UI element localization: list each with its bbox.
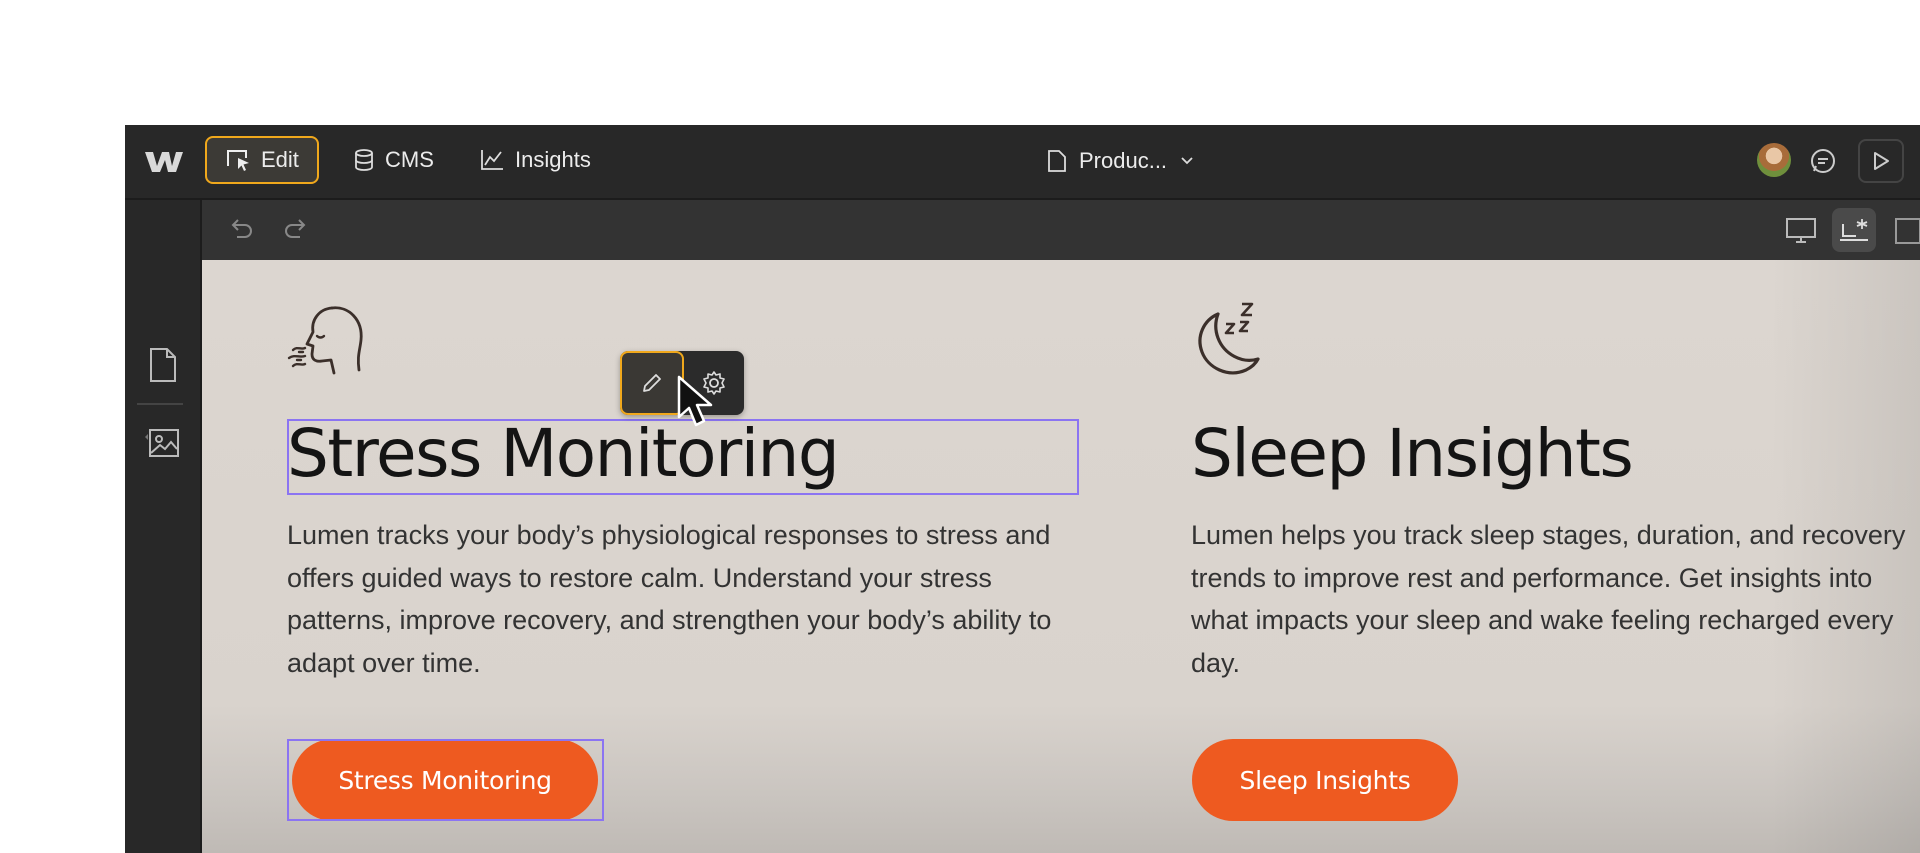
- breakpoint-desktop-button[interactable]: [1779, 208, 1823, 252]
- mouse-cursor-icon: [677, 375, 713, 427]
- page-selector[interactable]: Produc...: [1047, 139, 1195, 183]
- canvas-toolbar: [202, 200, 1920, 260]
- desktop-icon: [1786, 218, 1816, 243]
- breakpoint-laptop-button[interactable]: [1832, 208, 1876, 252]
- edit-mode-button[interactable]: Edit: [205, 136, 319, 184]
- tablet-icon[interactable]: [1892, 215, 1920, 245]
- play-icon: [1874, 152, 1889, 170]
- insights-mode-button[interactable]: Insights: [461, 136, 609, 184]
- sidebar-divider: [137, 403, 183, 405]
- feature-title-sleep[interactable]: Sleep Insights: [1191, 416, 1634, 492]
- feature-title-stress[interactable]: Stress Monitoring: [287, 416, 840, 492]
- undo-icon[interactable]: [227, 215, 257, 245]
- moon-zzz-icon[interactable]: [1190, 298, 1280, 388]
- chevron-down-icon: [1181, 157, 1193, 165]
- sleep-insights-button[interactable]: Sleep Insights: [1192, 739, 1458, 821]
- breathing-head-icon[interactable]: [287, 298, 377, 388]
- assets-image-icon[interactable]: [143, 421, 183, 461]
- edit-text-button[interactable]: [620, 351, 684, 415]
- database-icon: [355, 149, 373, 171]
- feature-text-stress[interactable]: Lumen tracks your body’s physiological r…: [287, 514, 1087, 684]
- laptop-star-icon: [1840, 219, 1868, 241]
- left-sidebar: [125, 200, 202, 853]
- cms-mode-label: CMS: [385, 147, 434, 172]
- comment-icon[interactable]: [1807, 145, 1839, 177]
- preview-button[interactable]: [1858, 139, 1904, 183]
- webflow-logo-icon[interactable]: [143, 149, 183, 175]
- feature-text-sleep[interactable]: Lumen helps you track sleep stages, dura…: [1191, 514, 1920, 684]
- edit-mode-label: Edit: [261, 147, 299, 172]
- cms-mode-button[interactable]: CMS: [335, 136, 452, 184]
- pencil-icon: [643, 374, 661, 392]
- insights-mode-label: Insights: [515, 147, 591, 172]
- page-icon: [1048, 150, 1066, 172]
- chart-line-icon: [481, 150, 503, 170]
- page-selector-label: Produc...: [1079, 148, 1168, 173]
- edit-cursor-icon: [227, 150, 249, 171]
- stress-monitoring-button[interactable]: Stress Monitoring: [292, 739, 598, 821]
- user-avatar[interactable]: [1757, 143, 1791, 177]
- top-bar: Edit CMS Insights Produc...: [125, 125, 1920, 200]
- redo-icon[interactable]: [280, 215, 310, 245]
- pages-icon[interactable]: [143, 345, 183, 385]
